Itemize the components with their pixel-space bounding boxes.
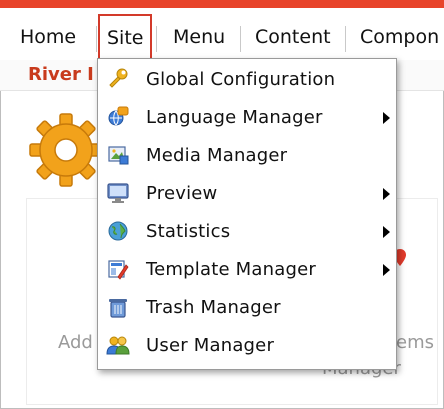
menu-item-label: Template Manager — [146, 259, 316, 280]
submenu-arrow-icon — [383, 188, 390, 200]
menu-item-user-manager[interactable]: User Manager — [98, 327, 396, 365]
menu-item-preview[interactable]: Preview — [98, 175, 396, 213]
menu-item-label: Trash Manager — [146, 297, 281, 318]
wrench-icon — [109, 68, 128, 88]
menu-separator — [156, 26, 157, 52]
menu-separator — [240, 26, 241, 52]
menu-item-label: Global Configuration — [146, 69, 336, 90]
trash-icon — [109, 299, 127, 318]
menu-separator — [345, 26, 346, 52]
users-icon — [106, 336, 130, 355]
submenu-arrow-icon — [383, 226, 390, 238]
menu-item-trash-manager[interactable]: Trash Manager — [98, 289, 396, 327]
menu-item-template-manager[interactable]: Template Manager — [98, 251, 396, 289]
control-panel-gear-icon — [29, 113, 103, 187]
globe-icon — [108, 221, 128, 241]
site-name: River I — [28, 64, 94, 85]
menu-item-language-manager[interactable]: Language Manager — [98, 99, 396, 137]
language-icon — [108, 106, 129, 126]
template-icon — [108, 260, 129, 280]
main-menubar: Home Site Menu Content Compon — [0, 8, 444, 61]
menu-item-label: Media Manager — [146, 145, 288, 166]
menu-content[interactable]: Content — [255, 22, 331, 52]
menu-item-label: Language Manager — [146, 107, 323, 128]
add-item-label: Add — [58, 332, 93, 353]
submenu-arrow-icon — [383, 112, 390, 124]
menu-item-label: Statistics — [146, 221, 231, 242]
menu-item-statistics[interactable]: Statistics — [98, 213, 396, 251]
menu-separator — [96, 26, 97, 52]
media-icon — [108, 146, 129, 165]
submenu-arrow-icon — [383, 264, 390, 276]
monitor-icon — [107, 183, 129, 203]
menu-item-media-manager[interactable]: Media Manager — [98, 137, 396, 175]
menu-item-global-configuration[interactable]: Global Configuration — [98, 61, 396, 99]
items-manager-label: ems — [396, 332, 434, 353]
menu-item-label: Preview — [146, 183, 218, 204]
menu-menu[interactable]: Menu — [173, 22, 225, 52]
site-dropdown-menu: Global Configuration Language Manager Me… — [97, 58, 397, 370]
accent-top-bar — [0, 0, 444, 8]
admin-page: Home Site Menu Content Compon River I Ad… — [0, 0, 444, 409]
menu-item-label: User Manager — [146, 335, 275, 356]
menu-site[interactable]: Site — [98, 14, 153, 58]
menu-components[interactable]: Compon — [360, 22, 439, 52]
menu-home[interactable]: Home — [20, 22, 76, 52]
